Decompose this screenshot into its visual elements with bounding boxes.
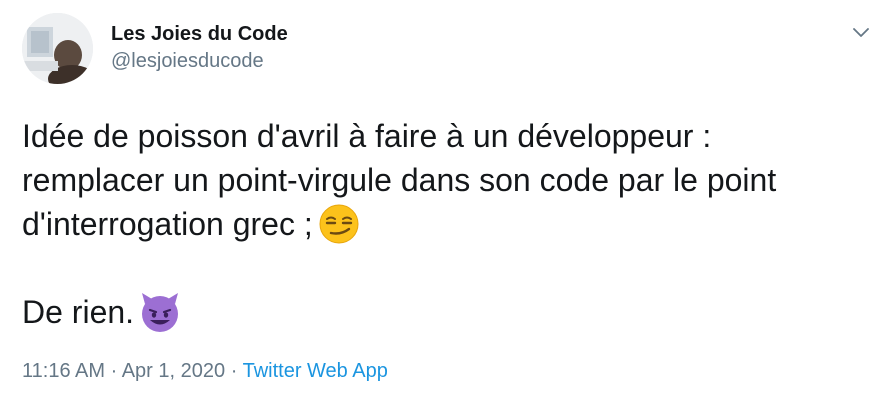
- author-display-name[interactable]: Les Joies du Code: [111, 22, 288, 46]
- author-block: Les Joies du Code @lesjoiesducode: [111, 22, 288, 73]
- tweet-text: Idée de poisson d'avril à faire à un dév…: [22, 114, 862, 334]
- tweet-source-link[interactable]: Twitter Web App: [243, 360, 388, 382]
- smiling-face-with-horns-emoji-icon: [138, 290, 182, 334]
- tweet-text-line: De rien.: [22, 290, 862, 334]
- author-handle[interactable]: @lesjoiesducode: [111, 49, 288, 73]
- tweet-text-line: remplacer un point-virgule dans son code…: [22, 162, 777, 198]
- more-options-chevron-down-icon[interactable]: [850, 22, 872, 44]
- tweet-text-fragment: d'interrogation grec ;: [22, 206, 313, 242]
- separator: ·: [110, 360, 118, 382]
- avatar[interactable]: [22, 13, 93, 84]
- avatar-image: [22, 13, 93, 84]
- tweet-text-line: d'interrogation grec ;: [22, 202, 862, 246]
- tweet-signoff: De rien.: [22, 294, 135, 330]
- separator: ·: [230, 360, 238, 382]
- tweet-metadata: 11:16 AM · Apr 1, 2020 · Twitter Web App: [22, 358, 388, 384]
- tweet-card: Les Joies du Code @lesjoiesducode Idée d…: [0, 0, 896, 407]
- tweet-text-line: Idée de poisson d'avril à faire à un dév…: [22, 118, 712, 154]
- tweet-date[interactable]: Apr 1, 2020: [122, 360, 225, 382]
- tweet-time[interactable]: 11:16 AM: [22, 360, 105, 382]
- smirking-face-emoji-icon: [317, 202, 361, 246]
